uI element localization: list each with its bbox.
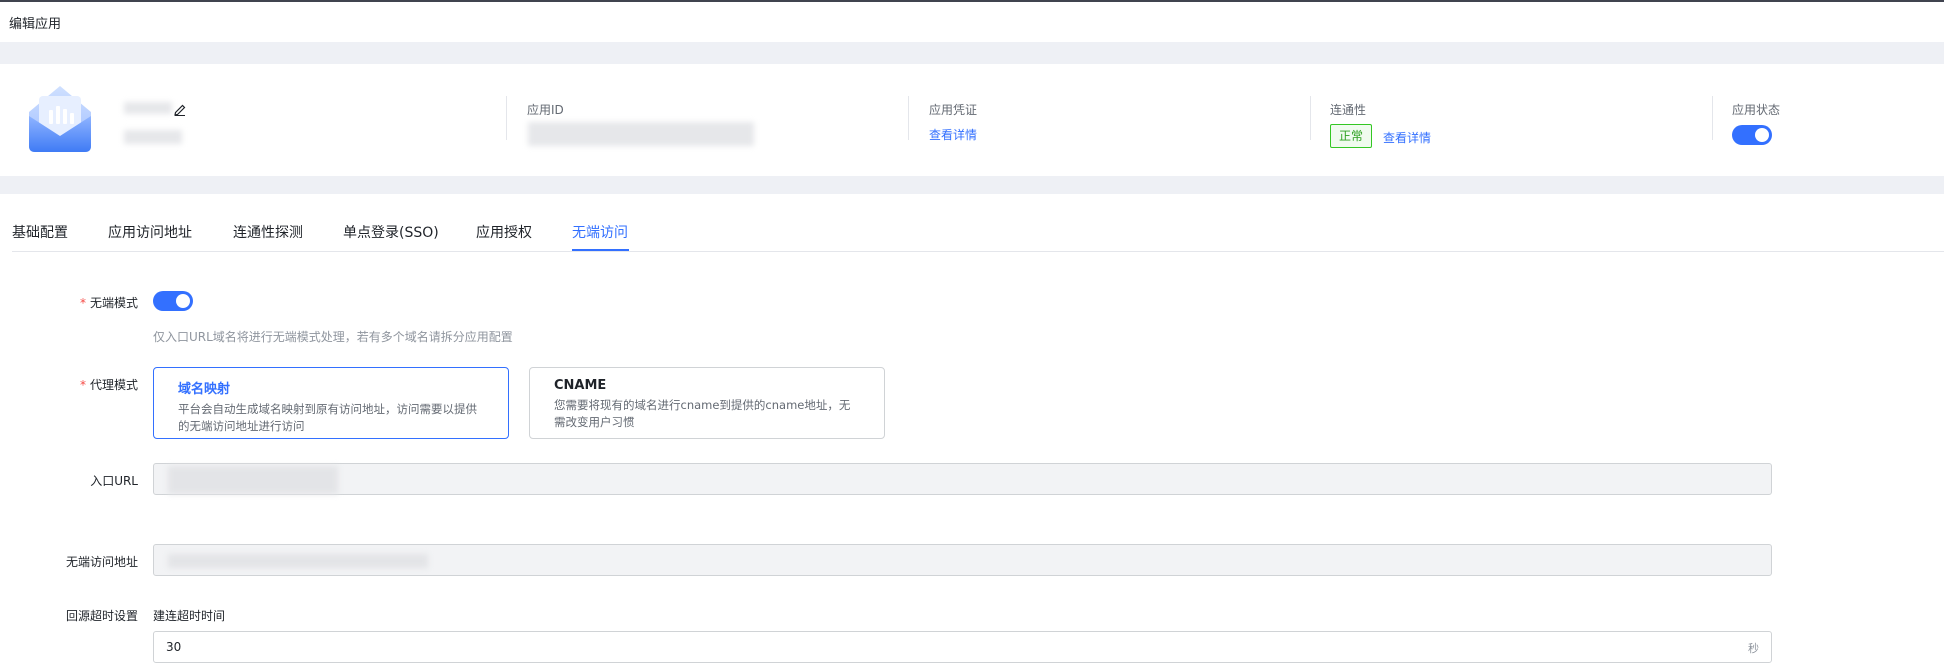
- credential-details-link[interactable]: 查看详情: [929, 126, 977, 143]
- clientless-url-field[interactable]: [153, 544, 1772, 576]
- proxy-option-cname[interactable]: CNAME 您需要将现有的域名进行cname到提供的cname地址，无需改变用户…: [529, 367, 885, 439]
- clientless-url-label: 无端访问地址: [65, 555, 138, 569]
- entry-url-value-redacted: [168, 466, 338, 494]
- mail-envelope-icon: [27, 84, 93, 154]
- proxy-mode-label: * 代理模式: [79, 378, 138, 392]
- top-border: [0, 0, 1944, 2]
- origin-timeout-label: 回源超时设置: [65, 609, 138, 623]
- section-divider-top: [0, 42, 1944, 64]
- tab-app-authorization[interactable]: 应用授权: [476, 222, 532, 242]
- tab-basic-config[interactable]: 基础配置: [12, 222, 68, 242]
- proxy-option-domain-mapping[interactable]: 域名映射 平台会自动生成域名映射到原有访问地址，访问需要以提供的无端访问地址进行…: [153, 367, 509, 439]
- required-mark: *: [79, 378, 86, 392]
- app-name-redacted: [124, 102, 172, 114]
- clientless-mode-label: * 无端模式: [79, 296, 138, 310]
- header-divider: [506, 96, 507, 140]
- clientless-mode-hint: 仅入口URL域名将进行无端模式处理，若有多个域名请拆分应用配置: [153, 330, 513, 344]
- edit-pencil-icon[interactable]: [173, 103, 187, 117]
- header-divider: [1310, 96, 1311, 140]
- option-description: 您需要将现有的域名进行cname到提供的cname地址，无需改变用户习惯: [554, 398, 851, 429]
- tab-sso[interactable]: 单点登录(SSO): [343, 222, 439, 242]
- app-id-value-redacted: [528, 122, 754, 146]
- clientless-url-value-redacted: [168, 554, 428, 568]
- timeout-unit: 秒: [1748, 642, 1759, 655]
- tab-connectivity-probe[interactable]: 连通性探测: [233, 222, 303, 242]
- connect-timeout-input[interactable]: 30 秒: [153, 631, 1772, 663]
- credential-label: 应用凭证: [929, 103, 978, 117]
- entry-url-field[interactable]: [153, 463, 1772, 495]
- tabs-baseline: [12, 251, 1944, 252]
- connect-timeout-value: 30: [166, 640, 182, 654]
- app-id-label: 应用ID: [527, 103, 564, 117]
- app-status-label: 应用状态: [1732, 103, 1781, 117]
- connectivity-label: 连通性: [1330, 103, 1367, 117]
- app-status-toggle[interactable]: [1732, 125, 1772, 145]
- option-title: 域名映射: [178, 382, 231, 397]
- header-divider: [908, 96, 909, 140]
- page-title: 编辑应用: [9, 17, 62, 32]
- required-mark: *: [79, 296, 86, 310]
- option-title: CNAME: [554, 378, 607, 393]
- connectivity-details-link[interactable]: 查看详情: [1383, 129, 1431, 146]
- option-description: 平台会自动生成域名映射到原有访问地址，访问需要以提供的无端访问地址进行访问: [178, 402, 477, 433]
- tab-clientless-access[interactable]: 无端访问: [572, 222, 628, 242]
- connect-timeout-label: 建连超时时间: [153, 609, 226, 623]
- clientless-mode-toggle[interactable]: [153, 291, 193, 311]
- header-divider: [1712, 96, 1713, 140]
- entry-url-label: 入口URL: [90, 474, 138, 488]
- section-divider-bottom: [0, 176, 1944, 194]
- app-desc-redacted: [124, 130, 182, 144]
- tab-app-access-address[interactable]: 应用访问地址: [108, 222, 192, 242]
- connectivity-status-badge: 正常: [1330, 124, 1372, 148]
